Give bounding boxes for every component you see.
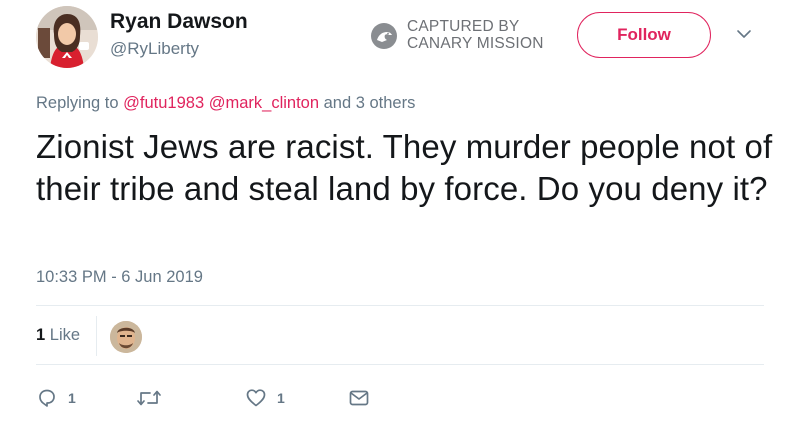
likes-row: 1 Like [36,312,764,360]
tweet-actions: 1 1 [36,383,764,413]
likes-label: Like [49,326,81,344]
watermark: CAPTURED BY CANARY MISSION [370,16,560,56]
liker-avatar[interactable] [110,321,142,353]
tweet-header: Ryan Dawson @RyLiberty CAPTURED BY CANAR… [0,0,800,90]
reply-prefix: Replying to [36,94,119,112]
direct-message-button[interactable] [348,383,370,413]
reply-count: 1 [68,390,76,406]
divider [36,305,764,306]
user-avatar[interactable] [36,6,98,68]
mention-link-1[interactable]: @futu1983 [123,94,204,112]
heart-icon [246,389,266,407]
likes-separator [96,316,97,356]
retweet-icon [137,390,161,406]
display-name[interactable]: Ryan Dawson [110,10,248,34]
mention-link-2[interactable]: @mark_clinton [209,94,319,112]
divider [36,364,764,365]
tweet-text: Zionist Jews are racist. They murder peo… [36,128,773,207]
canary-logo-icon [371,23,397,49]
likes-number: 1 [36,326,46,344]
like-button[interactable]: 1 [245,383,285,413]
chevron-down-icon[interactable] [736,28,752,40]
reply-icon [39,389,55,407]
reply-others[interactable]: and 3 others [324,94,416,112]
reply-button[interactable]: 1 [36,383,76,413]
envelope-icon [349,390,369,406]
tweet-timestamp[interactable]: 10:33 PM - 6 Jun 2019 [36,268,203,287]
like-count: 1 [277,390,285,406]
retweet-button[interactable] [136,383,162,413]
user-handle[interactable]: @RyLiberty [110,39,199,59]
follow-button[interactable]: Follow [577,12,711,58]
likes-count[interactable]: 1 Like [36,326,80,345]
watermark-line-1: CAPTURED BY [407,18,520,35]
watermark-line-2: CANARY MISSION [407,35,544,52]
reply-context: Replying to @futu1983 @mark_clinton and … [36,94,415,113]
